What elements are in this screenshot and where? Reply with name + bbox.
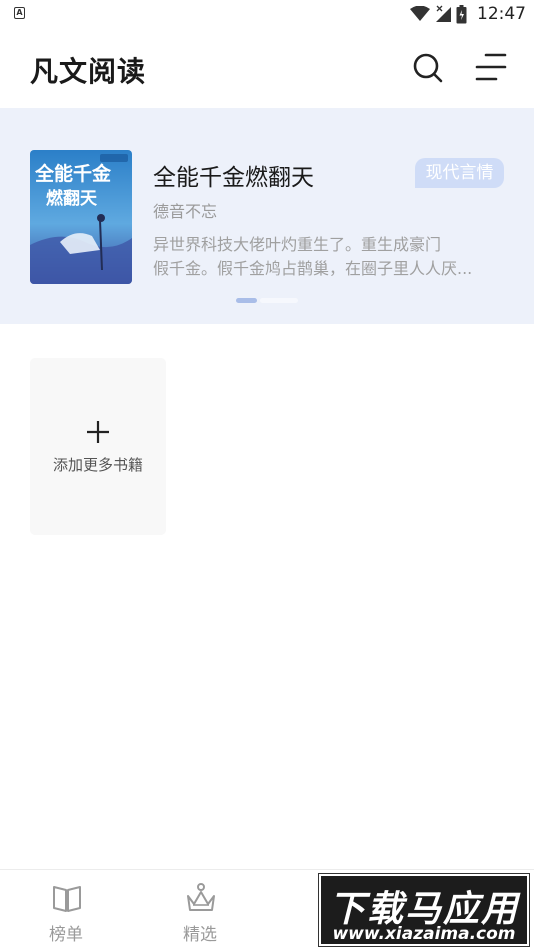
plus-icon <box>87 421 109 443</box>
watermark-logo: 下载马应用 www.xiazaima.com <box>319 874 529 946</box>
add-book-card[interactable]: 添加更多书籍 <box>30 358 166 535</box>
book-author: 德音不忘 <box>153 202 218 221</box>
book-description: 异世界科技大佬叶灼重生了。重生成豪门 假千金。假千金鸠占鹊巢，在圈子里人人厌..… <box>153 233 509 281</box>
search-icon[interactable] <box>412 52 444 84</box>
featured-book-banner[interactable]: 全能千金 燃翻天 全能千金燃翻天 德音不忘 异世界科技大佬叶灼重生了。重生成豪门… <box>0 108 534 324</box>
status-time: 12:47 <box>477 4 526 24</box>
carousel-dot-active <box>236 298 257 303</box>
nav-item-featured[interactable]: 精选 <box>155 870 245 950</box>
notification-a-icon: A <box>14 7 25 19</box>
book-description-line: 异世界科技大佬叶灼重生了。重生成豪门 <box>153 235 442 254</box>
wifi-icon <box>410 6 430 21</box>
nav-item-ranking[interactable]: 榜单 <box>21 870 111 950</box>
book-icon <box>53 886 81 912</box>
genre-tag: 现代言情 <box>415 158 504 188</box>
carousel-indicator <box>236 298 298 304</box>
status-icons: 12:47 <box>410 3 526 25</box>
nav-label: 精选 <box>183 925 217 945</box>
nav-label: 榜单 <box>49 925 83 945</box>
watermark-url: www.xiazaima.com <box>332 924 516 944</box>
cover-title-line2: 燃翻天 <box>46 188 98 209</box>
book-cover[interactable]: 全能千金 燃翻天 <box>30 150 132 284</box>
crown-icon <box>187 883 215 911</box>
cover-title-line1: 全能千金 <box>34 162 112 185</box>
app-header: 凡文阅读 <box>0 28 534 108</box>
battery-icon <box>456 4 467 23</box>
menu-icon[interactable] <box>474 50 508 84</box>
book-description-line: 假千金。假千金鸠占鹊巢，在圈子里人人厌... <box>153 259 473 278</box>
app-title: 凡文阅读 <box>30 55 147 88</box>
book-title[interactable]: 全能千金燃翻天 <box>153 158 314 192</box>
add-book-label: 添加更多书籍 <box>52 456 143 474</box>
status-bar: A 12:47 <box>0 0 534 28</box>
signal-icon <box>436 5 451 22</box>
carousel-dot <box>260 298 298 303</box>
